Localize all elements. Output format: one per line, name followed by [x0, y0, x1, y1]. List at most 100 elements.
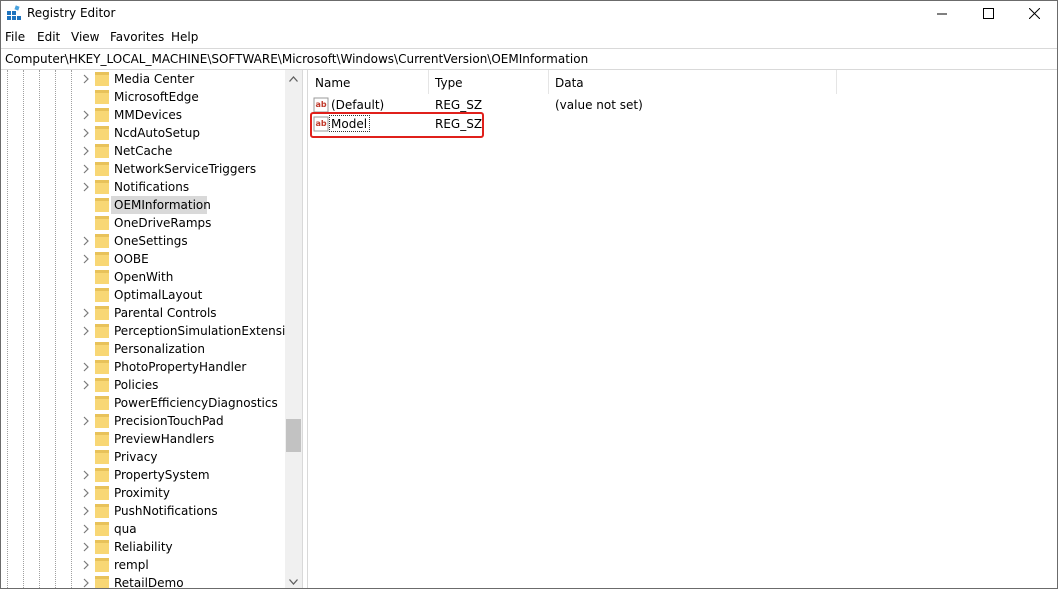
value-data: (value not set) — [555, 98, 643, 112]
tree-item-label: NetworkServiceTriggers — [114, 162, 257, 176]
menu-bar: File Edit View Favorites Help — [1, 28, 1057, 47]
chevron-right-icon[interactable] — [81, 416, 91, 426]
chevron-right-icon[interactable] — [81, 362, 91, 372]
tree-item-label: OneSettings — [114, 234, 188, 248]
tree-item[interactable]: Parental Controls — [1, 304, 285, 322]
folder-icon — [95, 180, 109, 194]
tree-item[interactable]: OEMInformation — [1, 196, 285, 214]
folder-icon — [95, 360, 109, 374]
chevron-right-icon[interactable] — [81, 74, 91, 84]
tree-scrollbar[interactable] — [285, 70, 302, 588]
folder-icon — [95, 504, 109, 518]
folder-icon — [95, 396, 109, 410]
tree-item-label: OOBE — [114, 252, 149, 266]
tree-item-label: MicrosoftEdge — [114, 90, 199, 104]
chevron-right-icon[interactable] — [81, 488, 91, 498]
tree-item-label: NetCache — [114, 144, 173, 158]
title-bar[interactable]: Registry Editor — [1, 1, 1057, 26]
tree-item-label: Privacy — [114, 450, 158, 464]
tree-item-label: Reliability — [114, 540, 173, 554]
folder-icon — [95, 576, 109, 588]
column-header-type[interactable]: Type — [428, 70, 548, 94]
tree-item[interactable]: PrecisionTouchPad — [1, 412, 285, 430]
tree-item[interactable]: MicrosoftEdge — [1, 88, 285, 106]
chevron-right-icon[interactable] — [81, 326, 91, 336]
tree-item[interactable]: NetCache — [1, 142, 285, 160]
svg-text:ab: ab — [315, 100, 326, 109]
chevron-right-icon[interactable] — [81, 110, 91, 120]
chevron-right-icon[interactable] — [81, 182, 91, 192]
tree-item-label: Personalization — [114, 342, 205, 356]
tree-item[interactable]: MMDevices — [1, 106, 285, 124]
tree-item[interactable]: OneDriveRamps — [1, 214, 285, 232]
chevron-right-icon[interactable] — [81, 254, 91, 264]
minimize-button[interactable] — [919, 1, 965, 26]
tree-item-label: PropertySystem — [114, 468, 210, 482]
tree-item[interactable]: OpenWith — [1, 268, 285, 286]
tree-item-label: Notifications — [114, 180, 190, 194]
menu-edit[interactable]: Edit — [37, 30, 60, 44]
tree-item[interactable]: RetailDemo — [1, 574, 285, 588]
folder-icon — [95, 270, 109, 284]
chevron-right-icon[interactable] — [81, 164, 91, 174]
tree-item[interactable]: PropertySystem — [1, 466, 285, 484]
menu-favorites[interactable]: Favorites — [110, 30, 164, 44]
column-header-data-label: Data — [555, 76, 584, 90]
folder-icon — [95, 108, 109, 122]
scroll-up-button[interactable] — [285, 70, 302, 87]
column-header-name-label: Name — [315, 76, 351, 90]
tree-item[interactable]: rempl — [1, 556, 285, 574]
tree-item-label: PushNotifications — [114, 504, 218, 518]
tree-item[interactable]: Privacy — [1, 448, 285, 466]
tree-item[interactable]: PreviewHandlers — [1, 430, 285, 448]
values-pane[interactable]: Name Type Data ab (Default) REG_SZ (valu… — [308, 70, 1057, 588]
chevron-right-icon[interactable] — [81, 308, 91, 318]
tree-item[interactable]: OptimalLayout — [1, 286, 285, 304]
chevron-right-icon[interactable] — [81, 146, 91, 156]
tree-item[interactable]: Personalization — [1, 340, 285, 358]
column-header-name[interactable]: Name — [308, 70, 428, 94]
chevron-right-icon[interactable] — [81, 578, 91, 588]
chevron-right-icon[interactable] — [81, 560, 91, 570]
folder-icon — [95, 468, 109, 482]
tree-item-label: PreviewHandlers — [114, 432, 215, 446]
chevron-right-icon[interactable] — [81, 236, 91, 246]
tree-item[interactable]: OneSettings — [1, 232, 285, 250]
column-header-data[interactable]: Data — [548, 70, 836, 94]
menu-help[interactable]: Help — [171, 30, 198, 44]
column-separator[interactable] — [836, 70, 837, 94]
tree-item[interactable]: Notifications — [1, 178, 285, 196]
tree-item[interactable]: PushNotifications — [1, 502, 285, 520]
tree-item[interactable]: Reliability — [1, 538, 285, 556]
scroll-thumb[interactable] — [286, 419, 301, 452]
tree-item[interactable]: qua — [1, 520, 285, 538]
menu-view[interactable]: View — [71, 30, 99, 44]
tree-item[interactable]: Policies — [1, 376, 285, 394]
close-button[interactable] — [1011, 1, 1057, 26]
folder-icon — [95, 378, 109, 392]
address-path[interactable]: Computer\HKEY_LOCAL_MACHINE\SOFTWARE\Mic… — [5, 52, 588, 66]
tree-item[interactable]: NcdAutoSetup — [1, 124, 285, 142]
chevron-right-icon[interactable] — [81, 506, 91, 516]
scroll-down-button[interactable] — [285, 573, 302, 588]
tree-item[interactable]: PhotoPropertyHandler — [1, 358, 285, 376]
maximize-button[interactable] — [965, 1, 1011, 26]
tree-item[interactable]: Proximity — [1, 484, 285, 502]
tree-item-label: MMDevices — [114, 108, 182, 122]
key-tree-pane[interactable]: Media Center MicrosoftEdge MMDevices NcdAut… — [1, 70, 302, 588]
address-bar[interactable]: Computer\HKEY_LOCAL_MACHINE\SOFTWARE\Mic… — [1, 48, 1057, 70]
tree-item[interactable]: Media Center — [1, 70, 285, 88]
menu-file[interactable]: File — [5, 30, 25, 44]
tree-item[interactable]: PerceptionSimulationExtensions — [1, 322, 302, 340]
chevron-right-icon[interactable] — [81, 542, 91, 552]
tree-item-label: PrecisionTouchPad — [114, 414, 224, 428]
chevron-right-icon[interactable] — [81, 380, 91, 390]
tree-item[interactable]: NetworkServiceTriggers — [1, 160, 285, 178]
chevron-right-icon[interactable] — [81, 524, 91, 534]
folder-icon — [95, 162, 109, 176]
chevron-right-icon[interactable] — [81, 128, 91, 138]
tree-item[interactable]: OOBE — [1, 250, 285, 268]
tree-item[interactable]: PowerEfficiencyDiagnostics — [1, 394, 285, 412]
folder-icon — [95, 144, 109, 158]
chevron-right-icon[interactable] — [81, 470, 91, 480]
